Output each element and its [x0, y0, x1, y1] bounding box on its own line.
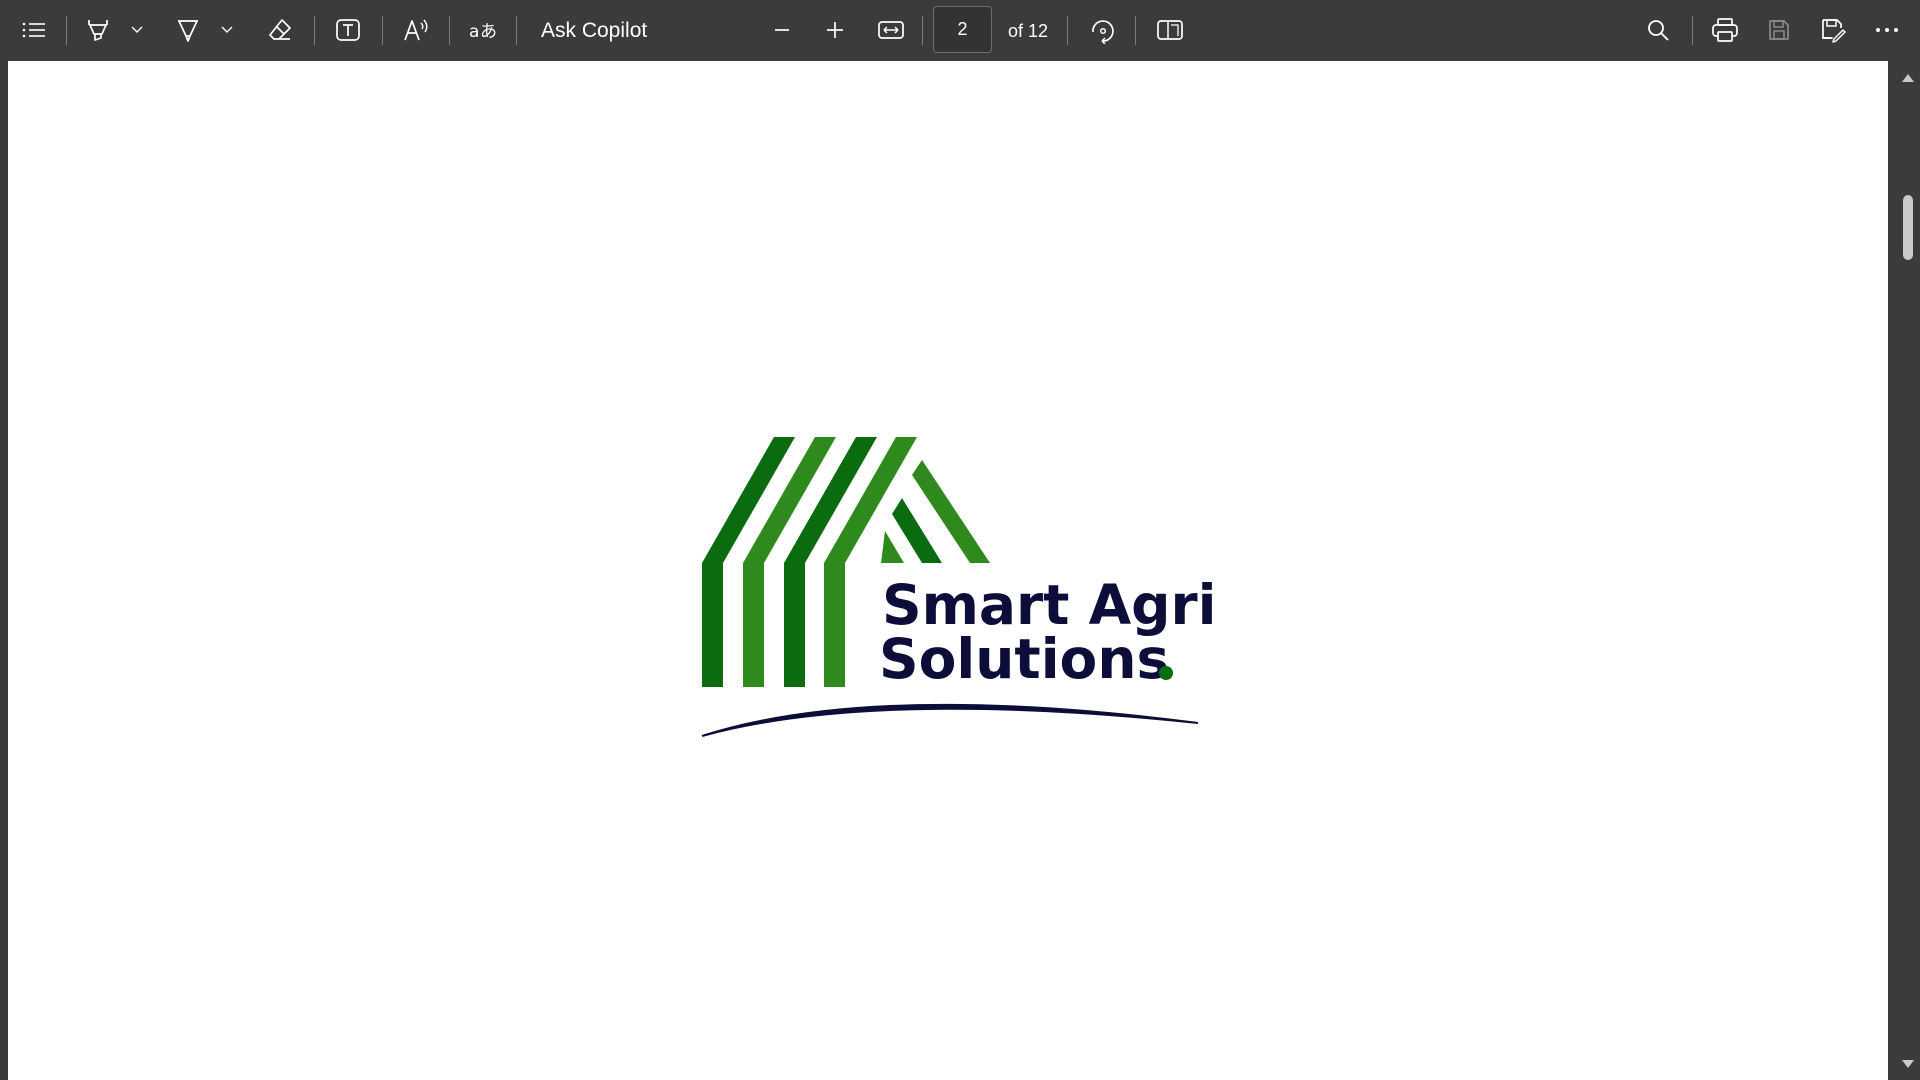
- page-total-label: of 12: [1008, 21, 1049, 41]
- logo-text-line2: Solutions: [879, 627, 1169, 691]
- toolbar-divider: [516, 16, 517, 45]
- contents-list-button[interactable]: [18, 10, 50, 50]
- print-button[interactable]: [1708, 10, 1742, 50]
- ask-copilot-button[interactable]: Ask Copilot: [541, 14, 647, 48]
- draw-options-dropdown[interactable]: [217, 10, 237, 50]
- rotate-button[interactable]: [1085, 10, 1119, 50]
- highlight-button[interactable]: [82, 10, 114, 50]
- highlight-icon: [88, 20, 108, 41]
- toolbar-divider: [1135, 16, 1136, 45]
- chevron-down-icon: [131, 26, 143, 33]
- svg-text:あ: あ: [480, 22, 497, 42]
- logo-bar: [824, 563, 845, 687]
- draw-button[interactable]: [172, 10, 204, 50]
- logo-roof: [881, 531, 904, 563]
- save-icon: [1769, 20, 1789, 40]
- search-button[interactable]: [1641, 10, 1675, 50]
- more-options-button[interactable]: [1870, 10, 1904, 50]
- toolbar-divider: [922, 16, 923, 45]
- document-viewport[interactable]: Smart Agri Solutions: [0, 61, 1903, 1080]
- save-as-button[interactable]: [1816, 10, 1850, 50]
- save-as-icon: [1822, 19, 1846, 43]
- arrow-down-icon: [1902, 1060, 1914, 1068]
- pdf-toolbar: a あ Ask Copilot of 12: [0, 0, 1920, 61]
- zoom-out-button[interactable]: [766, 10, 798, 50]
- scroll-up-button[interactable]: [1900, 71, 1916, 85]
- add-text-button[interactable]: [332, 10, 364, 50]
- zoom-in-icon: [827, 22, 843, 38]
- toolbar-divider: [449, 16, 450, 45]
- logo-dot: [1159, 666, 1173, 680]
- translate-button[interactable]: a あ: [466, 10, 500, 50]
- translate-icon: a あ: [469, 22, 497, 42]
- scroll-down-button[interactable]: [1900, 1057, 1916, 1071]
- fit-to-width-button[interactable]: [874, 10, 908, 50]
- logo-swoosh: [701, 703, 1199, 737]
- toolbar-divider: [66, 16, 67, 45]
- scroll-thumb[interactable]: [1903, 195, 1913, 260]
- page-view-button[interactable]: [1153, 10, 1187, 50]
- logo-bar: [784, 563, 805, 687]
- vertical-scrollbar[interactable]: [1888, 61, 1920, 1080]
- chevron-down-icon: [221, 26, 233, 33]
- search-icon: [1648, 20, 1669, 41]
- fit-to-width-icon: [878, 21, 904, 39]
- highlight-options-dropdown[interactable]: [127, 10, 147, 50]
- toolbar-divider: [1692, 16, 1693, 45]
- draw-icon: [178, 20, 198, 42]
- print-icon: [1712, 18, 1738, 42]
- rotate-icon: [1092, 20, 1114, 44]
- zoom-out-icon: [775, 29, 789, 31]
- save-button[interactable]: [1762, 10, 1796, 50]
- page-view-icon: [1157, 20, 1183, 40]
- more-options-icon: [1876, 28, 1898, 32]
- read-aloud-icon: [404, 19, 428, 41]
- zoom-in-button[interactable]: [819, 10, 851, 50]
- erase-button[interactable]: [264, 10, 296, 50]
- erase-icon: [269, 19, 291, 40]
- page-number-input[interactable]: [933, 6, 992, 53]
- read-aloud-button[interactable]: [400, 10, 434, 50]
- toolbar-divider: [1067, 16, 1068, 45]
- toolbar-divider: [314, 16, 315, 45]
- toolbar-divider: [382, 16, 383, 45]
- contents-list-icon: [22, 22, 45, 38]
- svg-text:a: a: [469, 22, 479, 42]
- pdf-page: Smart Agri Solutions: [8, 61, 1888, 1080]
- logo-bar: [743, 563, 764, 687]
- smart-agri-solutions-logo: Smart Agri Solutions: [701, 437, 1213, 737]
- add-text-icon: [336, 19, 360, 41]
- logo-bar: [702, 563, 723, 687]
- arrow-up-icon: [1902, 74, 1914, 82]
